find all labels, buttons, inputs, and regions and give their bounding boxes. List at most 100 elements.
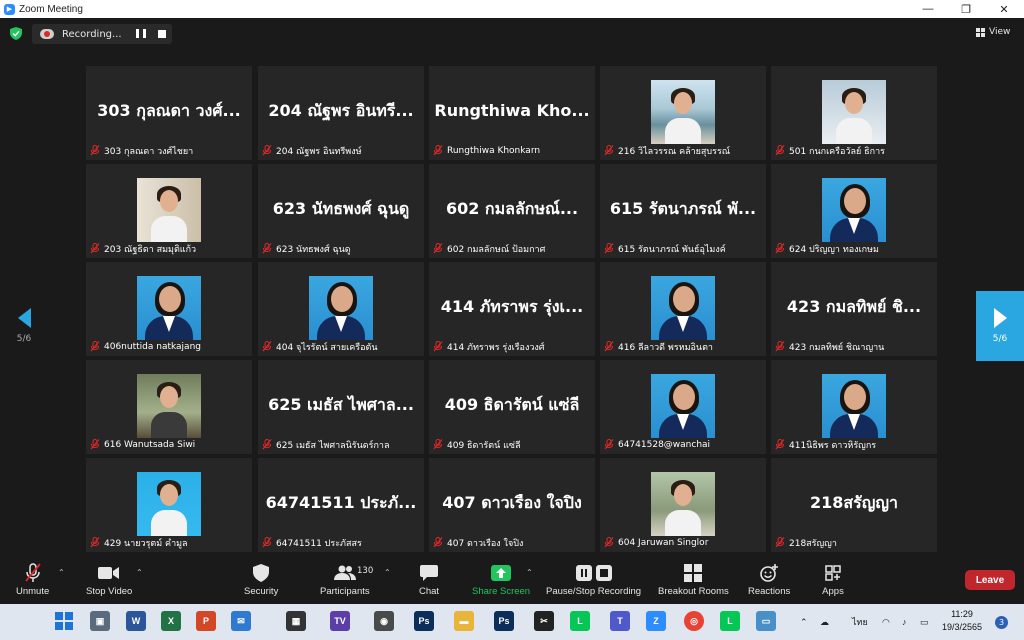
participant-name-label: 204 ณัฐพร อินทรีพงษ์ — [262, 144, 362, 157]
muted-mic-icon — [775, 243, 785, 254]
prev-page-button[interactable]: 5/6 — [0, 291, 48, 361]
apps-button[interactable]: Apps — [818, 562, 848, 602]
participant-name-text: 616 Wanutsada Siwi — [104, 439, 196, 450]
windows-start-icon[interactable] — [54, 611, 74, 631]
security-shield-icon — [253, 564, 270, 582]
participant-name-text: 64741528@wanchai — [618, 439, 711, 450]
photoshop-icon[interactable]: Ps — [414, 611, 434, 631]
participant-tile[interactable]: 218สรัญญา 218สรัญญา — [771, 458, 937, 552]
participant-name-label: 429 นายวรุตม์ คำมูล — [90, 536, 188, 549]
obs-icon[interactable]: ◉ — [374, 611, 394, 631]
share-screen-button[interactable]: Share Screen — [472, 562, 530, 602]
cloud-record-icon — [40, 29, 54, 39]
participant-tile[interactable]: 616 Wanutsada Siwi — [86, 360, 252, 454]
volume-icon[interactable]: ♪ — [902, 604, 907, 640]
audio-options-caret-icon[interactable]: ⌃ — [58, 568, 65, 577]
participant-name-text: 204 ณัฐพร อินทรีพงษ์ — [276, 146, 362, 157]
participant-tile[interactable]: 203 ณัฐธิดา สมมุติแก้ว — [86, 164, 252, 258]
maximize-button[interactable]: ❐ — [948, 0, 984, 18]
notification-badge[interactable]: 3 — [995, 616, 1008, 629]
participant-tile[interactable]: 429 นายวรุตม์ คำมูล — [86, 458, 252, 552]
participant-tile[interactable]: 615 รัตนาภรณ์ พั... 615 รัตนาภรณ์ พันธ์อุ… — [600, 164, 766, 258]
participant-name-text: 501 กนกเครือวัลย์ ธิการ — [789, 146, 885, 157]
zoom-taskbar-icon[interactable]: Z — [646, 611, 666, 631]
chrome-icon[interactable]: ◎ — [684, 611, 704, 631]
participant-tile[interactable]: 416 ลีลาวดี พรหมอินตา — [600, 262, 766, 356]
participant-tile[interactable]: 303 กุลณดา วงศ์... 303 กุลณดา วงศ์ไชยา — [86, 66, 252, 160]
stop-video-button[interactable]: Stop Video — [86, 562, 132, 602]
tray-app-icon[interactable]: ☁ — [820, 604, 829, 640]
participant-tile[interactable]: 64741511 ประภั... 64741511 ประภัสสร — [258, 458, 424, 552]
task-view-icon[interactable]: ▣ — [90, 611, 110, 631]
leave-button[interactable]: Leave — [965, 570, 1015, 590]
participant-tile[interactable]: 604 Jaruwan Singlor — [600, 458, 766, 552]
participant-tile[interactable]: 623 นัทธพงศ์ ฉุนดู 623 นัทธพงศ์ ฉุนดู — [258, 164, 424, 258]
line-2-icon[interactable]: L — [720, 611, 740, 631]
word-icon[interactable]: W — [126, 611, 146, 631]
security-button[interactable]: Security — [244, 562, 278, 602]
excel-icon[interactable]: X — [161, 611, 181, 631]
participant-video — [651, 276, 715, 340]
participant-tile[interactable]: Rungthiwa Kho... Rungthiwa Khonkarn — [429, 66, 595, 160]
participant-tile[interactable]: 602 กมลลักษณ์... 602 กมลลักษณ์ ป้อมกาศ — [429, 164, 595, 258]
participant-tile[interactable]: 624 ปริญญา ทองเกษม — [771, 164, 937, 258]
powerpoint-icon[interactable]: P — [196, 611, 216, 631]
participant-tile[interactable]: 411นิธิพร ดาวหิรัญกร — [771, 360, 937, 454]
participant-tile[interactable]: 625 เมธัส ไพศาล... 625 เมธัส ไพศาลนิรันดร… — [258, 360, 424, 454]
app-tv-icon[interactable]: TV — [330, 611, 350, 631]
participant-name-label: 64741511 ประภัสสร — [262, 536, 362, 549]
unmute-button[interactable]: Unmute — [16, 562, 49, 602]
photoshop-2-icon[interactable]: Ps — [494, 611, 514, 631]
pause-stop-recording-button[interactable]: Pause/Stop Recording — [546, 562, 641, 602]
next-page-button[interactable]: 5/6 — [976, 291, 1024, 361]
muted-mic-icon — [604, 439, 614, 450]
line-icon[interactable]: L — [570, 611, 590, 631]
participant-tile[interactable]: 404 จุไรรัตน์ สายเครือตัน — [258, 262, 424, 356]
participants-caret-icon[interactable]: ⌃ — [384, 568, 391, 577]
shield-icon[interactable] — [10, 27, 22, 40]
participant-name-label: 303 กุลณดา วงศ์ไชยา — [90, 144, 193, 157]
qr-code-icon[interactable]: ▦ — [286, 611, 306, 631]
stop-recording-button[interactable] — [158, 30, 166, 38]
breakout-rooms-button[interactable]: Breakout Rooms — [658, 562, 729, 602]
muted-mic-icon — [775, 341, 785, 352]
wifi-icon[interactable]: ◠ — [882, 604, 890, 640]
participant-tile[interactable]: 414 ภัทราพร รุ่งเ... 414 ภัทราพร รุ่งเรือ… — [429, 262, 595, 356]
language-indicator[interactable]: ไทย — [852, 604, 868, 640]
participant-display-name: 623 นัทธพงศ์ ฉุนดู — [272, 199, 410, 218]
participant-display-name: 423 กมลทิพย์ ชิ... — [786, 297, 922, 316]
participant-tile[interactable]: 423 กมลทิพย์ ชิ... 423 กมลทิพย์ ชิณาญาน — [771, 262, 937, 356]
capcut-icon[interactable]: ✂ — [534, 611, 554, 631]
minimize-button[interactable]: — — [910, 0, 946, 18]
close-button[interactable]: ✕ — [986, 0, 1022, 18]
participant-name-text: 414 ภัทราพร รุ่งเรืองวงศ์ — [447, 342, 545, 353]
participant-tile[interactable]: 204 ณัฐพร อินทรี... 204 ณัฐพร อินทรีพงษ์ — [258, 66, 424, 160]
participant-name-label: 625 เมธัส ไพศาลนิรันดร์กาล — [262, 438, 389, 451]
battery-icon[interactable]: ▭ — [920, 604, 929, 640]
mail-icon[interactable]: ✉ — [231, 611, 251, 631]
muted-mic-icon — [90, 439, 100, 450]
display-app-icon[interactable]: ▭ — [756, 611, 776, 631]
clock[interactable]: 11:29 19/3/2565 — [940, 608, 984, 634]
participant-name-text: 623 นัทธพงศ์ ฉุนดู — [276, 244, 351, 255]
participant-tile[interactable]: 216 วิไลวรรณ คล้ายสุบรรณ์ — [600, 66, 766, 160]
tray-chevron-icon[interactable]: ⌃ — [800, 604, 808, 640]
share-options-caret-icon[interactable]: ⌃ — [526, 568, 533, 577]
participant-tile[interactable]: 64741528@wanchai — [600, 360, 766, 454]
pause-recording-button[interactable] — [136, 29, 146, 39]
participant-name-label: 624 ปริญญา ทองเกษม — [775, 242, 879, 255]
chat-button[interactable]: Chat — [414, 562, 444, 602]
participant-tile[interactable]: 501 กนกเครือวัลย์ ธิการ — [771, 66, 937, 160]
participant-tile[interactable]: 407 ดาวเรือง ใจปิง 407 ดาวเรือง ใจปิง — [429, 458, 595, 552]
participant-tile[interactable]: 406nuttida natkajang — [86, 262, 252, 356]
view-label: View — [989, 27, 1011, 37]
video-options-caret-icon[interactable]: ⌃ — [136, 568, 143, 577]
participant-display-name: 615 รัตนาภรณ์ พั... — [609, 199, 757, 218]
reactions-button[interactable]: Reactions — [748, 562, 790, 602]
video-gallery: Recording... View 303 กุลณดา วงศ์... 303 … — [0, 18, 1024, 556]
participant-tile[interactable]: 409 ธิดารัตน์ แซ่ลี 409 ธิดารัตน์ แซ่ลี — [429, 360, 595, 454]
teams-icon[interactable]: T — [610, 611, 630, 631]
muted-mic-icon — [262, 537, 272, 548]
view-button[interactable]: View — [976, 27, 1010, 37]
file-explorer-icon[interactable]: ▬ — [454, 611, 474, 631]
